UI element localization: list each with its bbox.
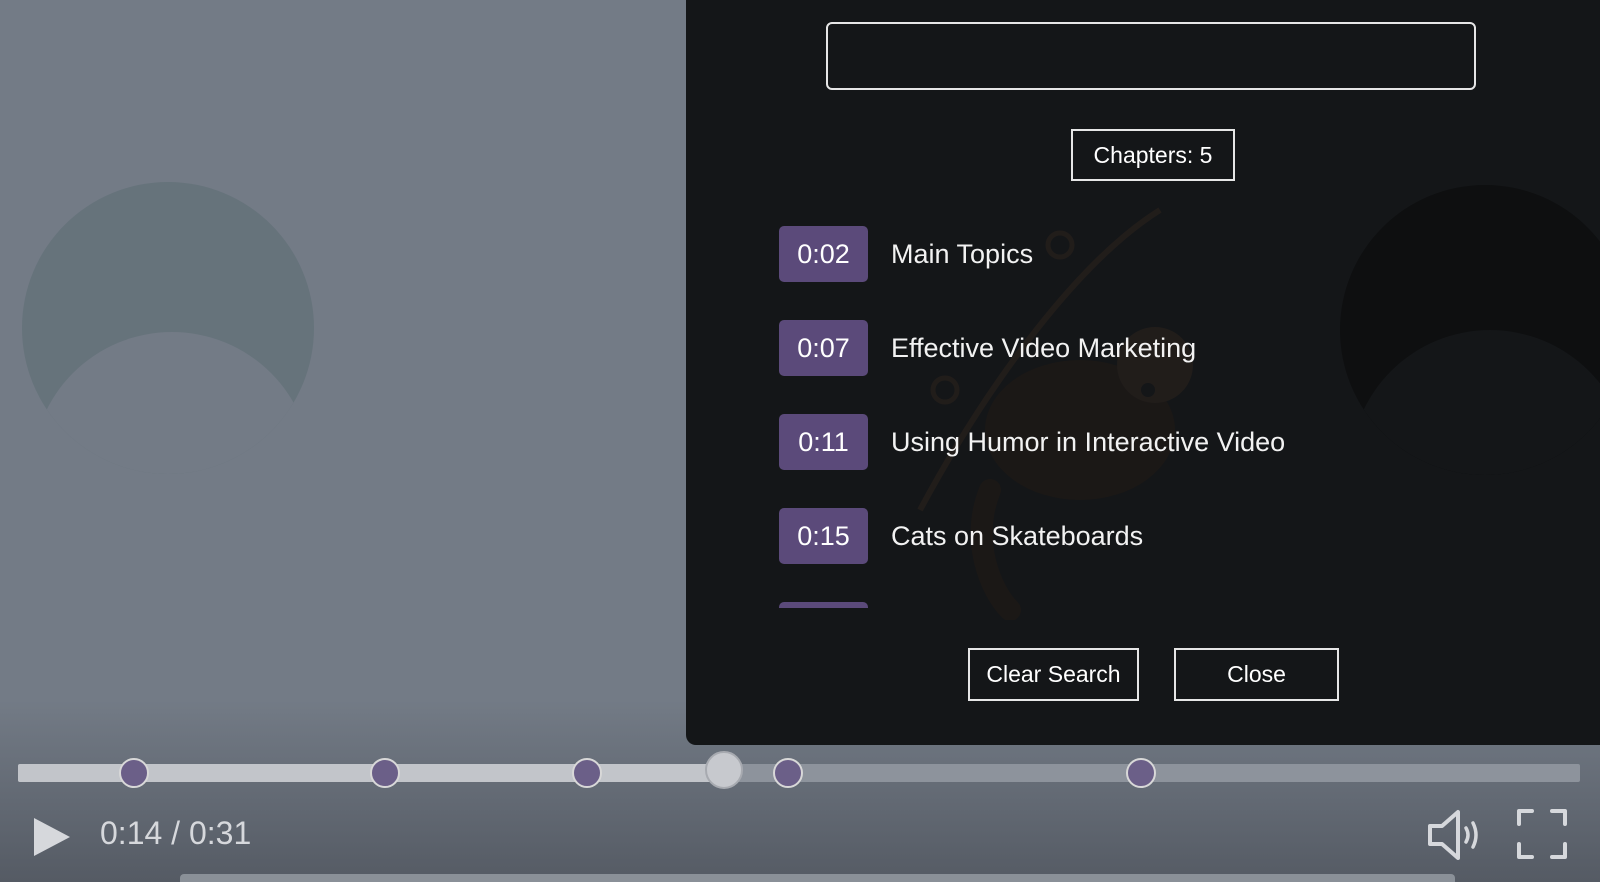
time-display: 0:14 / 0:31 xyxy=(100,815,252,851)
scrub-handle[interactable] xyxy=(705,751,744,789)
volume-icon[interactable] xyxy=(1426,808,1488,862)
chapter-time[interactable]: 0:11 xyxy=(779,414,868,470)
chapter-title[interactable]: Main Topics xyxy=(891,239,1033,270)
clear-search-button[interactable]: Clear Search xyxy=(968,648,1139,701)
chapter-time[interactable]: 0:07 xyxy=(779,320,868,376)
fullscreen-icon[interactable] xyxy=(1516,808,1568,860)
chapter-marker[interactable] xyxy=(118,758,149,788)
chapter-search-input[interactable] xyxy=(826,22,1476,90)
close-button[interactable]: Close xyxy=(1174,648,1339,701)
chapter-title[interactable]: Effective Video Marketing xyxy=(891,333,1196,364)
play-icon[interactable] xyxy=(30,814,74,860)
chapter-marker[interactable] xyxy=(1126,758,1157,788)
chapter-title[interactable]: Using Humor in Interactive Video xyxy=(891,427,1285,458)
bottom-strip xyxy=(180,874,1455,882)
chapter-item[interactable]: 0:02 Main Topics xyxy=(779,226,1033,282)
chapter-time[interactable] xyxy=(779,602,868,608)
chapter-title[interactable]: Cats on Skateboards xyxy=(891,521,1143,552)
chapter-marker[interactable] xyxy=(571,758,602,788)
chapter-marker[interactable] xyxy=(773,758,804,788)
chapter-marker[interactable] xyxy=(370,758,401,788)
chapter-item[interactable] xyxy=(779,602,891,608)
chapter-item[interactable]: 0:15 Cats on Skateboards xyxy=(779,508,1143,564)
chapter-time[interactable]: 0:15 xyxy=(779,508,868,564)
chapters-count-badge: Chapters: 5 xyxy=(1071,129,1235,181)
moon-shape-graphic xyxy=(22,182,314,474)
chapter-time[interactable]: 0:02 xyxy=(779,226,868,282)
chapter-list[interactable]: 0:02 Main Topics 0:07 Effective Video Ma… xyxy=(779,226,1539,608)
chapter-item[interactable]: 0:07 Effective Video Marketing xyxy=(779,320,1196,376)
chapter-item[interactable]: 0:11 Using Humor in Interactive Video xyxy=(779,414,1285,470)
